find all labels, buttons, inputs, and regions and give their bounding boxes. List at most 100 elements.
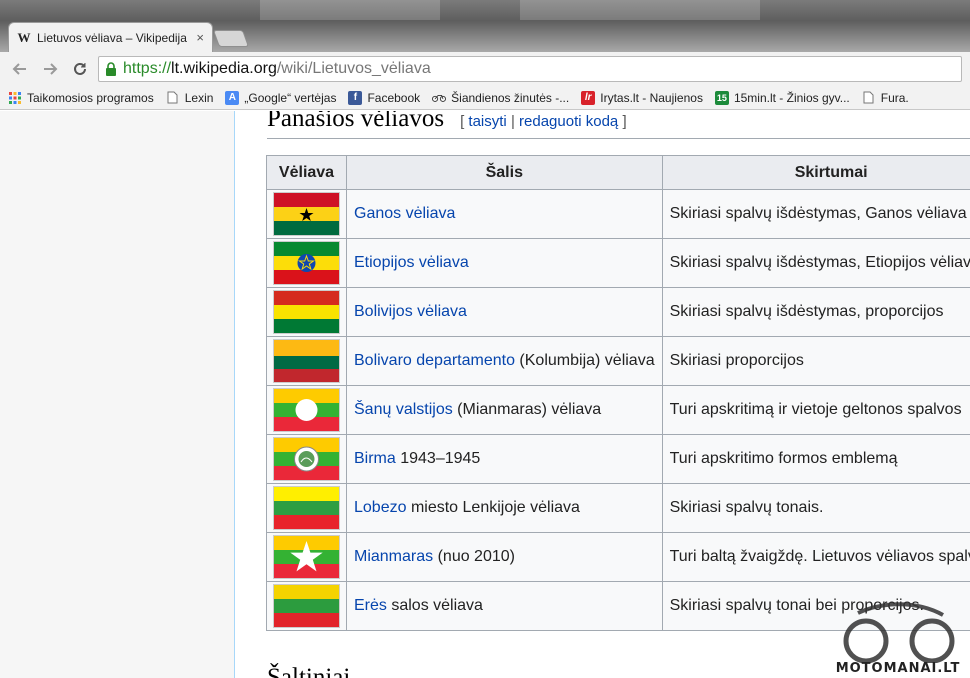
bookmark-label: Lexin: [184, 90, 214, 105]
edit-source-link[interactable]: redaguoti kodą: [519, 113, 618, 130]
bracket-close: ]: [622, 113, 627, 130]
differences-cell: Turi baltą žvaigždę. Lietuvos vėliavos s…: [661, 532, 970, 582]
country-suffix: (nuo 2010): [433, 548, 515, 565]
address-bar[interactable]: https://lt.wikipedia.org/wiki/Lietuvos_v…: [98, 56, 962, 82]
tab-title: Lietuvos vėliava – Vikipedija: [37, 30, 187, 45]
flag-myanmar-image[interactable]: [273, 535, 340, 579]
google-translate-icon: A: [225, 90, 240, 105]
bookmark-google-translate[interactable]: A „Google“ vertėjas: [225, 90, 337, 105]
bracket-open: [: [460, 113, 465, 130]
bookmark-label: 15min.lt - Žinios gyv...: [733, 90, 850, 105]
flag-eres-image[interactable]: [273, 584, 340, 628]
flag-cell: [266, 581, 347, 631]
bookmark-label: „Google“ vertėjas: [244, 90, 337, 105]
edit-link[interactable]: taisyti: [468, 113, 506, 130]
column-header-country: Šalis: [346, 155, 663, 190]
differences-cell: Skiriasi spalvų išdėstymas, proporcijos: [661, 287, 970, 337]
country-cell: Erės salos vėliava: [346, 581, 663, 631]
page-icon: [862, 91, 876, 105]
bookmark-15min[interactable]: 15 15min.lt - Žinios gyv...: [714, 90, 850, 105]
bookmark-label: Irytas.lt - Naujienos: [600, 90, 703, 105]
close-tab-icon[interactable]: ×: [196, 30, 204, 45]
page-icon: [166, 91, 180, 105]
flag-cell: [266, 287, 347, 337]
country-link[interactable]: Ganos vėliava: [354, 205, 455, 222]
country-suffix: (Kolumbija) vėliava: [514, 352, 655, 369]
content-border: [234, 111, 235, 678]
differences-cell: Skiriasi spalvų tonais.: [661, 483, 970, 533]
edit-section-links: [ taisyti | redaguoti kodą ]: [460, 113, 627, 130]
flag-cell: [266, 238, 347, 288]
bookmark-facebook[interactable]: f Facebook: [348, 90, 421, 105]
country-link[interactable]: Lobezo: [354, 499, 407, 516]
flag-bolivar-image[interactable]: [273, 339, 340, 383]
table-header-row: Vėliava Šalis Skirtumai: [266, 155, 970, 190]
page-viewport[interactable]: Panašios vėliavos [ taisyti | redaguoti …: [0, 111, 970, 678]
country-link[interactable]: Bolivaro departamento: [354, 352, 515, 369]
forward-button[interactable]: [38, 57, 62, 81]
next-section-title: Šaltiniai: [267, 664, 351, 678]
differences-cell: Turi apskritimą ir vietoje geltonos spal…: [661, 385, 970, 435]
watermark: MOTOMANAI.LT: [828, 601, 968, 676]
bookmark-lexin[interactable]: Lexin: [166, 90, 214, 105]
back-button[interactable]: [8, 57, 32, 81]
country-cell: Mianmaras (nuo 2010): [346, 532, 663, 582]
bookmarks-bar: Taikomosios programos Lexin A „Google“ v…: [0, 86, 970, 110]
browser-tab-active[interactable]: W Lietuvos vėliava – Vikipedija ×: [8, 22, 213, 52]
country-cell: Lobezo miesto Lenkijoje vėliava: [346, 483, 663, 533]
country-cell: Bolivijos vėliava: [346, 287, 663, 337]
heading-divider: [267, 138, 970, 139]
motorcycle-logo-icon: [843, 602, 955, 664]
flag-ethiopia-image[interactable]: [273, 241, 340, 285]
country-link[interactable]: Etiopijos vėliava: [354, 254, 469, 271]
reload-button[interactable]: [68, 57, 92, 81]
flag-cell: [266, 385, 347, 435]
bookmark-lrytas[interactable]: lr Irytas.lt - Naujienos: [581, 90, 703, 105]
country-link[interactable]: Šanų valstijos: [354, 401, 453, 418]
country-suffix: salos vėliava: [386, 597, 483, 614]
table-row: Etiopijos vėliava Skiriasi spalvų išdėsty…: [266, 238, 970, 288]
flag-burma-image[interactable]: [273, 437, 340, 481]
flag-ghana-image[interactable]: [273, 192, 340, 236]
column-header-differences: Skirtumai: [661, 155, 970, 190]
flag-cell: [266, 434, 347, 484]
country-suffix: 1943–1945: [395, 450, 481, 467]
flag-cell: [266, 336, 347, 386]
bookmark-label: Facebook: [367, 90, 421, 105]
flag-bolivia-image[interactable]: [273, 290, 340, 334]
table-row: Bolivaro departamento (Kolumbija) vėliav…: [266, 336, 970, 386]
blurred-background: [260, 0, 440, 20]
section-title: Panašios vėliavos: [267, 111, 445, 132]
bookmark-apps[interactable]: Taikomosios programos: [8, 91, 154, 105]
country-cell: Šanų valstijos (Mianmaras) vėliava: [346, 385, 663, 435]
similar-flags-table: Vėliava Šalis Skirtumai Ganos vėliava Ski…: [266, 155, 970, 631]
flag-cell: [266, 189, 347, 239]
flag-lobez-image[interactable]: [273, 486, 340, 530]
blurred-background: [520, 0, 760, 20]
country-cell: Etiopijos vėliava: [346, 238, 663, 288]
flag-shan-image[interactable]: [273, 388, 340, 432]
country-cell: Ganos vėliava: [346, 189, 663, 239]
country-cell: Birma 1943–1945: [346, 434, 663, 484]
table-row: Lobezo miesto Lenkijoje vėliava Skiriasi …: [266, 483, 970, 533]
bookmark-siandienos[interactable]: Šiandienos žinutės -...: [432, 91, 569, 105]
table-row: Bolivijos vėliava Skiriasi spalvų išdėsty…: [266, 287, 970, 337]
bookmark-fura[interactable]: Fura.: [862, 91, 909, 105]
differences-cell: Skiriasi spalvų išdėstymas, Etiopijos vė…: [661, 238, 970, 288]
differences-cell: Skiriasi spalvų išdėstymas, Ganos vėliav…: [661, 189, 970, 239]
url-path: /wiki/Lietuvos_vėliava: [276, 60, 431, 77]
arrow-right-icon: [44, 63, 58, 75]
new-tab-button[interactable]: [212, 30, 250, 47]
country-link[interactable]: Birma: [354, 450, 396, 467]
lr-icon: lr: [581, 90, 596, 105]
wiki-sidebar: [0, 111, 234, 678]
country-link[interactable]: Mianmaras: [354, 548, 433, 565]
section-heading: Panašios vėliavos [ taisyti | redaguoti …: [267, 111, 627, 133]
url-host: lt.wikipedia.org: [171, 60, 277, 77]
facebook-icon: f: [348, 90, 363, 105]
wikipedia-icon: W: [17, 29, 31, 45]
country-link[interactable]: Bolivijos vėliava: [354, 303, 467, 320]
table-row: Šanų valstijos (Mianmaras) vėliava Turi a…: [266, 385, 970, 435]
country-link[interactable]: Erės: [354, 597, 387, 614]
country-cell: Bolivaro departamento (Kolumbija) vėliav…: [346, 336, 663, 386]
